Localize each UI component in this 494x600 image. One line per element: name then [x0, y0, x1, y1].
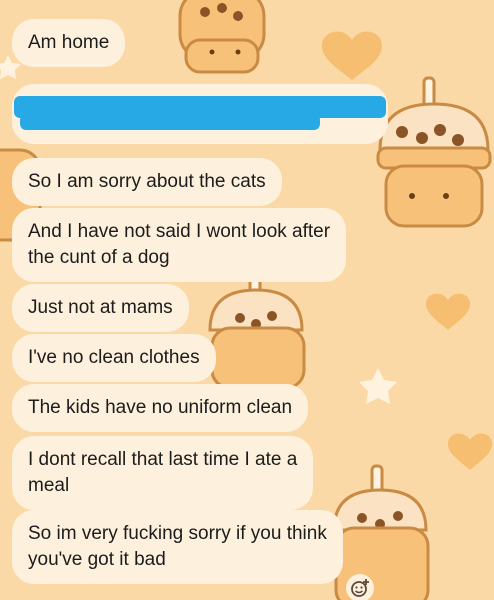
message-text: Am home	[28, 32, 110, 53]
message-bubble-redacted[interactable]	[12, 84, 388, 144]
message-text: Just not at mams	[28, 297, 173, 318]
message-bubble-8[interactable]: I dont recall that last time I ate a mea…	[12, 436, 314, 510]
message-bubble-7[interactable]: The kids have no uniform clean	[12, 384, 309, 432]
message-bubble-9[interactable]: So im very fucking sorry if you think yo…	[12, 510, 343, 584]
heart-icon	[426, 293, 470, 330]
message-bubble-3[interactable]: So I am sorry about the cats	[12, 158, 282, 206]
message-bubble-4[interactable]: And I have not said I wont look after th…	[12, 208, 347, 282]
bubble-tea-cup-icon	[376, 76, 492, 228]
redaction-mark	[20, 114, 320, 130]
star-icon	[359, 368, 397, 404]
heart-icon	[322, 31, 382, 80]
message-text: The kids have no uniform clean	[28, 397, 293, 418]
bubble-tea-cup-icon	[208, 268, 306, 390]
message-bubble-1[interactable]: Am home	[12, 19, 126, 67]
add-reaction-icon	[351, 579, 369, 597]
message-bubble-5[interactable]: Just not at mams	[12, 284, 189, 332]
message-text: So im very fucking sorry if you think yo…	[28, 523, 327, 570]
message-text: I dont recall that last time I ate a mea…	[28, 449, 298, 496]
bubble-tea-cup-icon	[178, 0, 266, 74]
add-reaction-button[interactable]	[346, 574, 374, 600]
message-bubble-6[interactable]: I've no clean clothes	[12, 334, 216, 382]
message-text: I've no clean clothes	[28, 347, 200, 368]
heart-icon	[448, 433, 492, 470]
message-text: So I am sorry about the cats	[28, 171, 266, 192]
message-text: And I have not said I wont look after th…	[28, 221, 331, 268]
